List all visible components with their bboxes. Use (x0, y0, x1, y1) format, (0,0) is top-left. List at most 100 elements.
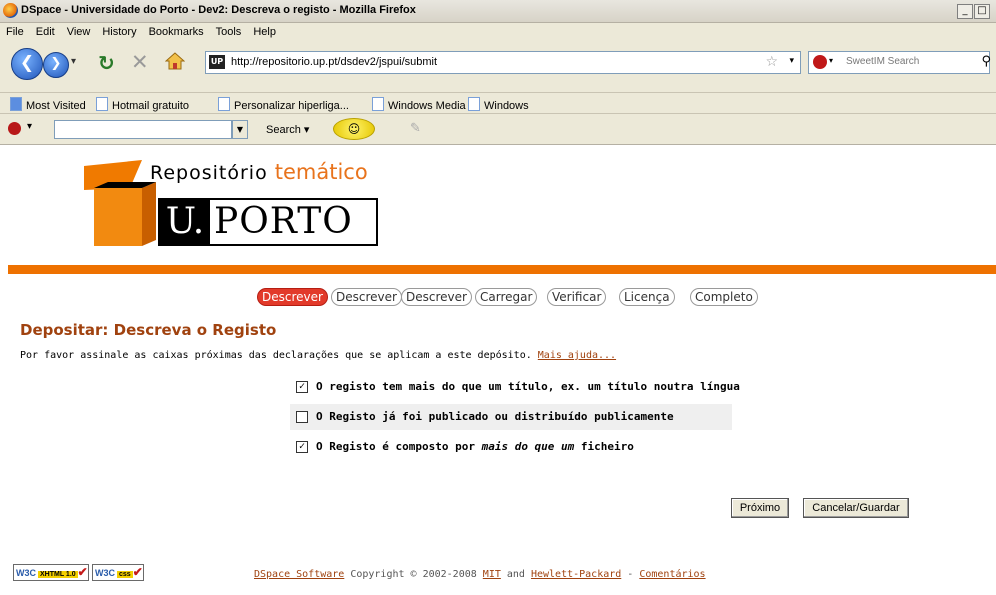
w3c-label: W3C (95, 568, 115, 578)
bookmark-most-visited[interactable]: Most Visited (10, 97, 86, 112)
checkbox-row-multiple-titles[interactable]: ✓ O registo tem mais do que um título, e… (290, 374, 740, 400)
bookmark-label: Windows Media (388, 100, 466, 112)
firefox-icon (3, 3, 18, 18)
menu-tools[interactable]: Tools (216, 26, 242, 38)
mit-link[interactable]: MIT (483, 569, 501, 580)
w3c-xhtml-badge[interactable]: W3C XHTML 1.0 ✔ (13, 564, 89, 581)
address-bar[interactable]: UP http://repositorio.up.pt/dsdev2/jspui… (205, 51, 801, 74)
addon-toolbar: ▾ ▼ Search ▾ ☺ ✎ (0, 114, 996, 145)
published-before-checkbox[interactable] (296, 411, 308, 423)
instructions-text: Por favor assinale as caixas próximas da… (20, 350, 532, 361)
bookmark-hotmail[interactable]: Hotmail gratuito (96, 97, 189, 112)
bookmarks-toolbar: Most Visited Hotmail gratuito Personaliz… (0, 93, 996, 114)
step-completo[interactable]: Completo (690, 288, 758, 306)
multiple-titles-checkbox[interactable]: ✓ (296, 381, 308, 393)
minimize-button[interactable]: _ (957, 4, 973, 19)
search-input[interactable]: SweetIM Search (846, 56, 919, 67)
checkbox-row-published-before[interactable]: O Registo já foi publicado ou distribuíd… (290, 404, 732, 430)
smiley-icon[interactable]: ☺ (333, 118, 375, 140)
checkbox-label-end: ficheiro (574, 440, 634, 453)
back-button[interactable]: ❮ (11, 48, 43, 80)
menu-help[interactable]: Help (253, 26, 276, 38)
search-icon[interactable]: ⚲ (981, 54, 991, 69)
forward-button[interactable]: ❯ (43, 52, 69, 78)
menu-history[interactable]: History (102, 26, 136, 38)
addon-search-label: Search (266, 124, 301, 136)
star-icon[interactable]: ☆ (765, 54, 778, 70)
multiple-files-checkbox[interactable]: ✓ (296, 441, 308, 453)
uporto-u: U. (160, 200, 210, 244)
bookmark-label: Most Visited (26, 100, 86, 112)
bookmark-windows[interactable]: Windows (468, 97, 529, 112)
url-dropdown-icon[interactable]: ▾ (789, 56, 794, 66)
navigation-toolbar: ❮ ❯ ▾ ↻ ✕ UP http://repositorio.up.pt/ds… (0, 42, 996, 93)
checkbox-label: O Registo já foi publicado ou distribuíd… (316, 410, 674, 423)
footer: DSpace Software Copyright © 2002-2008 MI… (254, 569, 706, 580)
check-icon: ✔ (77, 565, 88, 579)
checkbox-row-multiple-files[interactable]: ✓ O Registo é composto por mais do que u… (290, 434, 732, 460)
url-input[interactable]: http://repositorio.up.pt/dsdev2/jspui/su… (231, 56, 437, 68)
checkbox-label-start: O Registo é composto por (316, 440, 482, 453)
step-licenca[interactable]: Licença (619, 288, 675, 306)
page-icon (96, 97, 108, 111)
rss-icon (10, 97, 22, 111)
menu-bar: File Edit View History Bookmarks Tools Help (0, 23, 996, 42)
checkbox-label-emphasis: mais do que um (481, 440, 575, 453)
instructions: Por favor assinale as caixas próximas da… (20, 350, 616, 361)
home-icon[interactable] (165, 52, 185, 70)
css-label: css (117, 571, 133, 578)
tematico-label: temático (274, 160, 368, 184)
menu-edit[interactable]: Edit (36, 26, 55, 38)
page-icon (468, 97, 480, 111)
addon-dropdown-icon[interactable]: ▾ (27, 121, 32, 132)
addon-search-button[interactable]: Search ▾ (266, 123, 309, 136)
maximize-button[interactable]: □ (974, 4, 990, 19)
pen-icon[interactable]: ✎ (410, 121, 421, 136)
xhtml-label: XHTML 1.0 (38, 571, 78, 578)
repository-label: Repositório (150, 162, 268, 184)
help-link[interactable]: Mais ajuda... (538, 350, 616, 361)
dash-text: - (621, 569, 640, 580)
repository-title: Repositório temático (150, 160, 368, 184)
bookmark-label: Windows (484, 100, 529, 112)
and-text: and (500, 569, 531, 580)
search-bar[interactable]: ▾ SweetIM Search ⚲ (808, 51, 991, 74)
step-descrever-3[interactable]: Descrever (401, 288, 472, 306)
page-title: Depositar: Descreva o Registo (20, 321, 277, 339)
checkbox-label: O Registo é composto por mais do que um … (316, 440, 634, 453)
engine-dropdown-icon[interactable]: ▾ (829, 56, 833, 65)
addon-search-dropdown[interactable]: ▼ (232, 120, 248, 139)
bookmark-personalizar[interactable]: Personalizar hiperliga... (218, 97, 349, 112)
addon-search-input[interactable] (54, 120, 232, 139)
check-icon: ✔ (132, 565, 143, 579)
step-verificar[interactable]: Verificar (547, 288, 607, 306)
site-favicon: UP (209, 55, 225, 69)
addon-logo-icon[interactable] (8, 122, 21, 135)
stop-icon[interactable]: ✕ (131, 50, 149, 74)
w3c-label: W3C (16, 568, 36, 578)
window-title: DSpace - Universidade do Porto - Dev2: D… (21, 4, 416, 16)
bookmark-windows-media[interactable]: Windows Media (372, 97, 466, 112)
back-icon: ❮ (19, 53, 35, 73)
menu-file[interactable]: File (6, 26, 24, 38)
reload-icon[interactable]: ↻ (98, 51, 115, 75)
history-dropdown-icon[interactable]: ▾ (71, 56, 76, 67)
search-engine-icon[interactable] (813, 55, 827, 69)
step-descrever-2[interactable]: Descrever (331, 288, 402, 306)
window-title-bar: DSpace - Universidade do Porto - Dev2: D… (0, 0, 996, 23)
header-divider (8, 265, 996, 274)
step-descrever-1[interactable]: Descrever (257, 288, 328, 306)
step-carregar[interactable]: Carregar (475, 288, 538, 306)
w3c-css-badge[interactable]: W3C css ✔ (92, 564, 144, 581)
page-icon (372, 97, 384, 111)
copyright-text: Copyright © 2002-2008 (344, 569, 483, 580)
hp-link[interactable]: Hewlett-Packard (531, 569, 621, 580)
bookmark-label: Personalizar hiperliga... (234, 100, 349, 112)
cancel-save-button[interactable]: Cancelar/Guardar (803, 498, 909, 518)
menu-bookmarks[interactable]: Bookmarks (149, 26, 204, 38)
dspace-link[interactable]: DSpace Software (254, 569, 344, 580)
comments-link[interactable]: Comentários (639, 569, 705, 580)
menu-view[interactable]: View (67, 26, 91, 38)
checkbox-label: O registo tem mais do que um título, ex.… (316, 380, 740, 393)
next-button[interactable]: Próximo (731, 498, 789, 518)
